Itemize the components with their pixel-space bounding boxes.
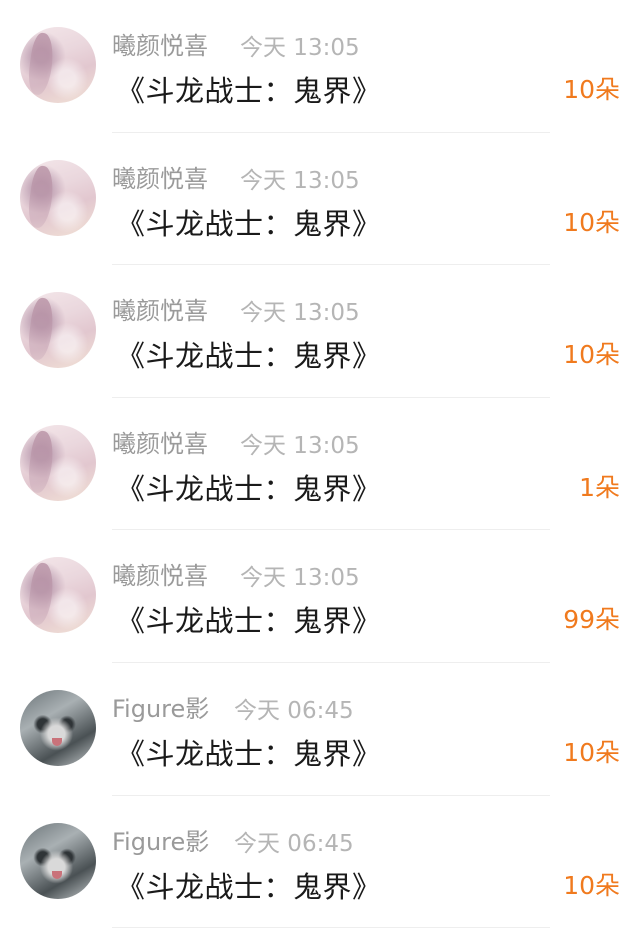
- avatar[interactable]: [20, 690, 96, 766]
- user-name[interactable]: 曦颜悦喜: [112, 291, 208, 326]
- flower-count: 1朵: [579, 472, 620, 502]
- list-item[interactable]: 曦颜悦喜 今天 13:05 《斗龙战士：鬼界》 10朵: [0, 0, 640, 133]
- avatar[interactable]: [20, 27, 96, 103]
- book-title[interactable]: 《斗龙战士：鬼界》: [116, 864, 382, 906]
- flower-count: 10朵: [563, 207, 620, 237]
- list-item[interactable]: 曦颜悦喜 今天 13:05 《斗龙战士：鬼界》 10朵: [0, 133, 640, 266]
- book-title[interactable]: 《斗龙战士：鬼界》: [116, 731, 382, 773]
- list-item[interactable]: 曦颜悦喜 今天 13:05 《斗龙战士：鬼界》 10朵: [0, 265, 640, 398]
- user-name[interactable]: 曦颜悦喜: [112, 556, 208, 591]
- book-title[interactable]: 《斗龙战士：鬼界》: [116, 68, 382, 110]
- avatar[interactable]: [20, 424, 96, 501]
- avatar[interactable]: [20, 557, 96, 634]
- timestamp: 今天 06:45: [234, 698, 354, 724]
- timestamp: 今天 13:05: [240, 565, 360, 592]
- book-title[interactable]: 《斗龙战士：鬼界》: [116, 201, 382, 243]
- timestamp: 今天 13:05: [240, 300, 360, 327]
- user-name[interactable]: Figure影: [112, 822, 209, 857]
- user-name[interactable]: 曦颜悦喜: [112, 26, 208, 61]
- flower-count: 10朵: [563, 340, 620, 370]
- flower-count: 10朵: [563, 75, 620, 104]
- timestamp: 今天 06:45: [234, 830, 354, 857]
- list-item[interactable]: 曦颜悦喜 今天 13:05 《斗龙战士：鬼界》 99朵: [0, 530, 640, 663]
- list-item[interactable]: Figure影 今天 06:45 《斗龙战士：鬼界》 10朵: [0, 663, 640, 796]
- flower-count: 10朵: [563, 738, 620, 767]
- divider: [112, 927, 550, 929]
- flower-count: 99朵: [563, 605, 620, 635]
- user-name[interactable]: 曦颜悦喜: [112, 424, 208, 459]
- user-name[interactable]: Figure影: [112, 689, 209, 724]
- list-item[interactable]: Figure影 今天 06:45 《斗龙战士：鬼界》 10朵: [0, 796, 640, 929]
- flower-count: 10朵: [563, 870, 620, 900]
- gift-record-list: 曦颜悦喜 今天 13:05 《斗龙战士：鬼界》 10朵 曦颜悦喜 今天 13:0…: [0, 0, 640, 941]
- avatar[interactable]: [20, 159, 96, 236]
- list-item[interactable]: 曦颜悦喜 今天 13:05 《斗龙战士：鬼界》 1朵: [0, 398, 640, 531]
- user-name[interactable]: 曦颜悦喜: [112, 159, 208, 194]
- book-title[interactable]: 《斗龙战士：鬼界》: [116, 333, 382, 375]
- timestamp: 今天 13:05: [240, 167, 360, 194]
- avatar[interactable]: [20, 822, 96, 899]
- timestamp: 今天 13:05: [240, 35, 360, 61]
- timestamp: 今天 13:05: [240, 432, 360, 459]
- avatar[interactable]: [20, 292, 96, 369]
- book-title[interactable]: 《斗龙战士：鬼界》: [116, 598, 382, 640]
- book-title[interactable]: 《斗龙战士：鬼界》: [116, 466, 382, 508]
